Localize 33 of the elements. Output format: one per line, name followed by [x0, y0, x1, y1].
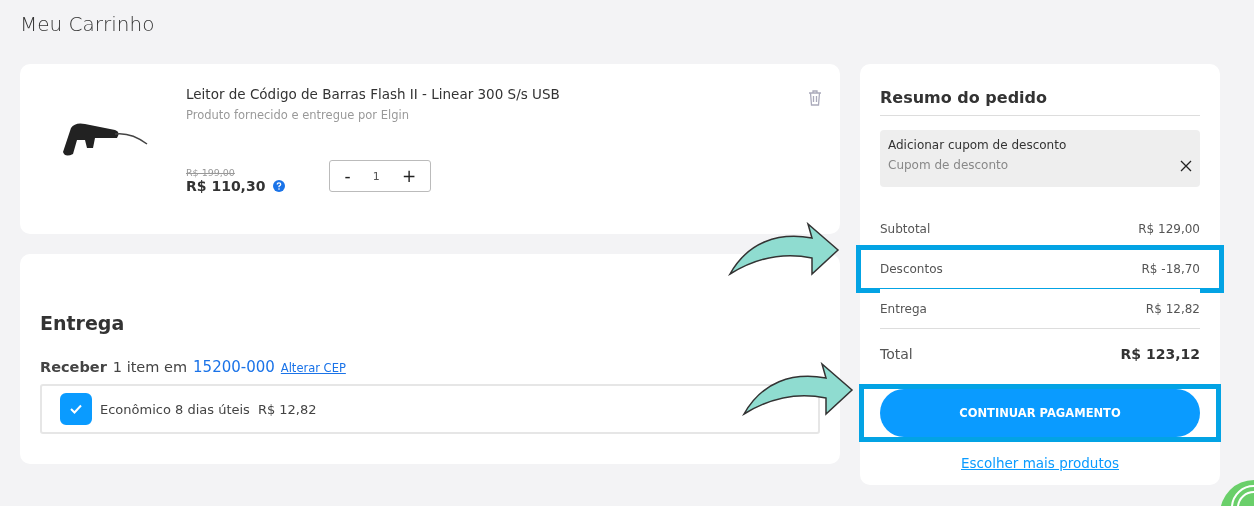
price: R$ 110,30: [186, 178, 266, 194]
check-icon: [69, 403, 83, 415]
row-value: R$ 12,82: [1145, 301, 1200, 316]
close-icon[interactable]: [1180, 160, 1192, 172]
shipping-label: Econômico 8 dias úteis: [100, 401, 250, 417]
change-cep-link[interactable]: Alterar CEP: [280, 361, 346, 375]
quantity-value: 1: [372, 169, 380, 183]
row-label: Entrega: [880, 301, 927, 316]
chat-widget-icon[interactable]: [1218, 478, 1254, 506]
cep-text: 15200-000: [193, 358, 275, 376]
page-title: Meu Carrinho: [20, 12, 155, 36]
row-label: Subtotal: [880, 222, 931, 236]
summary-title: Resumo do pedido: [880, 88, 1200, 116]
receive-label: Receber: [40, 359, 107, 375]
old-price: R$ 199,00: [186, 167, 236, 178]
items-text: 1 item em: [112, 359, 188, 375]
seller-text: Produto fornecido e entregue por Elgin: [186, 108, 410, 122]
section-title: Entrega: [40, 312, 126, 334]
total-label: Total: [880, 346, 913, 362]
shipping-option[interactable]: Econômico 8 dias úteis R$ 12,82: [40, 384, 820, 434]
coupon-input-field[interactable]: Cupom de desconto: [888, 158, 1088, 172]
increase-button[interactable]: +: [396, 166, 423, 186]
row-value: R$ -18,70: [1141, 262, 1200, 276]
trash-icon[interactable]: [808, 90, 822, 106]
row-value: R$ 129,00: [1138, 222, 1200, 236]
total-value: R$ 123,12: [1120, 346, 1200, 362]
product-name[interactable]: Leitor de Código de Barras Flash II - Linear 300 S/s USB: [186, 86, 560, 102]
row-label: Descontos: [880, 262, 943, 276]
coupon-label: Adicionar cupom de desconto: [888, 138, 1068, 152]
shipping-price: R$ 12,82: [257, 401, 317, 417]
help-icon[interactable]: [273, 180, 286, 192]
checkbox[interactable]: [60, 393, 92, 425]
decrease-button[interactable]: -: [338, 166, 357, 186]
